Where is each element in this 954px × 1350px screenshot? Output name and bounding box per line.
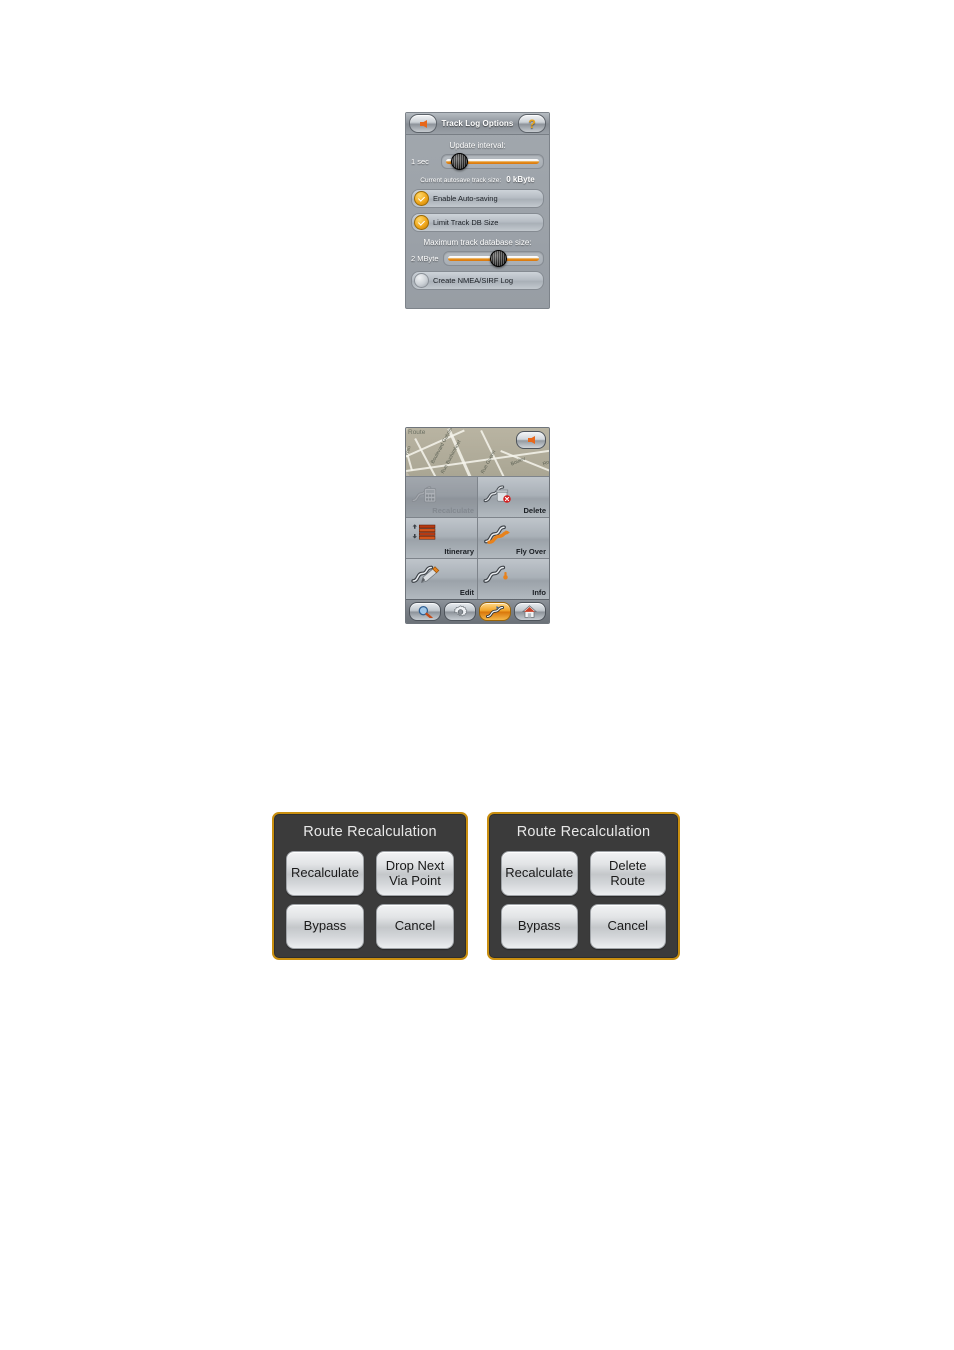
route-menu-grid: Recalculate Delete Itinerary Fly Over Ed… [406, 476, 549, 599]
route-icon [485, 605, 504, 618]
route-delete-icon [483, 485, 511, 503]
update-interval-slider-knob[interactable] [450, 153, 468, 170]
route-tab[interactable] [478, 602, 511, 621]
autosave-size-value: 0 kByte [506, 175, 535, 184]
limit-track-db-size-label: Limit Track DB Size [433, 218, 499, 227]
back-arrow-icon [419, 119, 427, 128]
menu-item-itinerary[interactable]: Itinerary [406, 518, 477, 558]
bypass-button[interactable]: Bypass [501, 904, 578, 949]
find-tab[interactable] [409, 602, 442, 621]
menu-item-label: Itinerary [444, 547, 474, 556]
home-icon [522, 604, 538, 618]
track-log-options-screen: Track Log Options ? Update interval: 1 s… [405, 112, 550, 309]
cancel-button[interactable]: Cancel [589, 904, 666, 949]
update-interval-value: 1 sec [411, 157, 429, 166]
route-recalculate-icon [411, 486, 437, 503]
itinerary-list-icon [412, 524, 436, 540]
gear-icon [453, 604, 467, 617]
back-button[interactable] [516, 431, 546, 449]
dialog-title: Route Recalculation [303, 824, 437, 840]
map-route-badge: Route [408, 429, 426, 436]
help-button[interactable]: ? [518, 114, 546, 133]
map-street-label: Ro [542, 459, 549, 468]
page-title: Track Log Options [441, 119, 514, 128]
track-log-titlebar: Track Log Options ? [406, 113, 549, 135]
map-preview[interactable]: Route Boulevard Gabriel Rue Buchimhoef R… [406, 428, 549, 476]
delete-route-button[interactable]: Delete Route [589, 851, 666, 896]
dialog-button-grid: Recalculate Drop Next Via Point Bypass Ca… [286, 851, 454, 949]
dialog-button-grid: Recalculate Delete Route Bypass Cancel [501, 851, 666, 949]
enable-autosaving-toggle[interactable]: Enable Auto-saving [411, 189, 544, 208]
menu-item-info[interactable]: Info [478, 559, 549, 599]
dialog-title: Route Recalculation [516, 824, 651, 840]
checkmark-icon [414, 191, 429, 206]
recalculate-button[interactable]: Recalculate [286, 851, 364, 896]
cancel-button[interactable]: Cancel [376, 904, 454, 949]
autosave-size-row: Current autosave track size: 0 kByte [406, 175, 549, 184]
route-flyover-icon [484, 525, 510, 544]
menu-item-delete[interactable]: Delete [478, 477, 549, 517]
route-edit-icon [411, 565, 440, 584]
empty-checkbox-icon [414, 273, 429, 288]
drop-next-via-point-button[interactable]: Drop Next Via Point [376, 851, 454, 896]
menu-item-edit[interactable]: Edit [406, 559, 477, 599]
bottom-tabbar [406, 599, 549, 623]
menu-item-label: Fly Over [515, 547, 546, 556]
update-interval-label: Update interval: [449, 141, 506, 150]
max-db-size-label: Maximum track database size: [423, 238, 532, 247]
route-recalculation-dialog-delete: Route Recalculation Recalculate Delete Ro… [487, 812, 680, 960]
max-db-size-value: 2 MByte [411, 254, 439, 263]
max-db-size-slider[interactable] [442, 250, 544, 267]
autosave-size-label: Current autosave track size: [420, 177, 502, 184]
max-db-size-row: 2 MByte [411, 250, 544, 267]
map-street-label: Boulev [510, 455, 527, 468]
checkmark-icon [414, 215, 429, 230]
bypass-button[interactable]: Bypass [286, 904, 364, 949]
menu-item-label: Delete [523, 506, 546, 515]
settings-tab[interactable] [444, 602, 477, 621]
route-info-icon [483, 565, 508, 583]
menu-item-label: Recalculate [432, 506, 474, 515]
create-nmea-sirf-log-label: Create NMEA/SIRF Log [433, 276, 514, 285]
limit-track-db-size-toggle[interactable]: Limit Track DB Size [411, 213, 544, 232]
magnifier-icon [419, 605, 434, 618]
enable-autosaving-label: Enable Auto-saving [433, 194, 498, 203]
recalculate-button[interactable]: Recalculate [501, 851, 578, 896]
max-db-size-slider-knob[interactable] [489, 250, 507, 267]
menu-item-fly-over[interactable]: Fly Over [478, 518, 549, 558]
menu-item-label: Edit [459, 588, 474, 597]
route-recalculation-dialog-via: Route Recalculation Recalculate Drop Nex… [272, 812, 468, 960]
home-tab[interactable] [513, 602, 546, 621]
back-arrow-icon [527, 436, 535, 444]
question-mark-icon: ? [528, 116, 536, 131]
route-menu-screen: Route Boulevard Gabriel Rue Buchimhoef R… [405, 427, 550, 624]
create-nmea-sirf-log-toggle[interactable]: Create NMEA/SIRF Log [411, 271, 544, 290]
back-button[interactable] [409, 114, 437, 133]
update-interval-row: 1 sec [411, 153, 544, 170]
update-interval-slider[interactable] [441, 153, 544, 170]
menu-item-recalculate[interactable]: Recalculate [406, 477, 477, 517]
menu-item-label: Info [532, 588, 546, 597]
